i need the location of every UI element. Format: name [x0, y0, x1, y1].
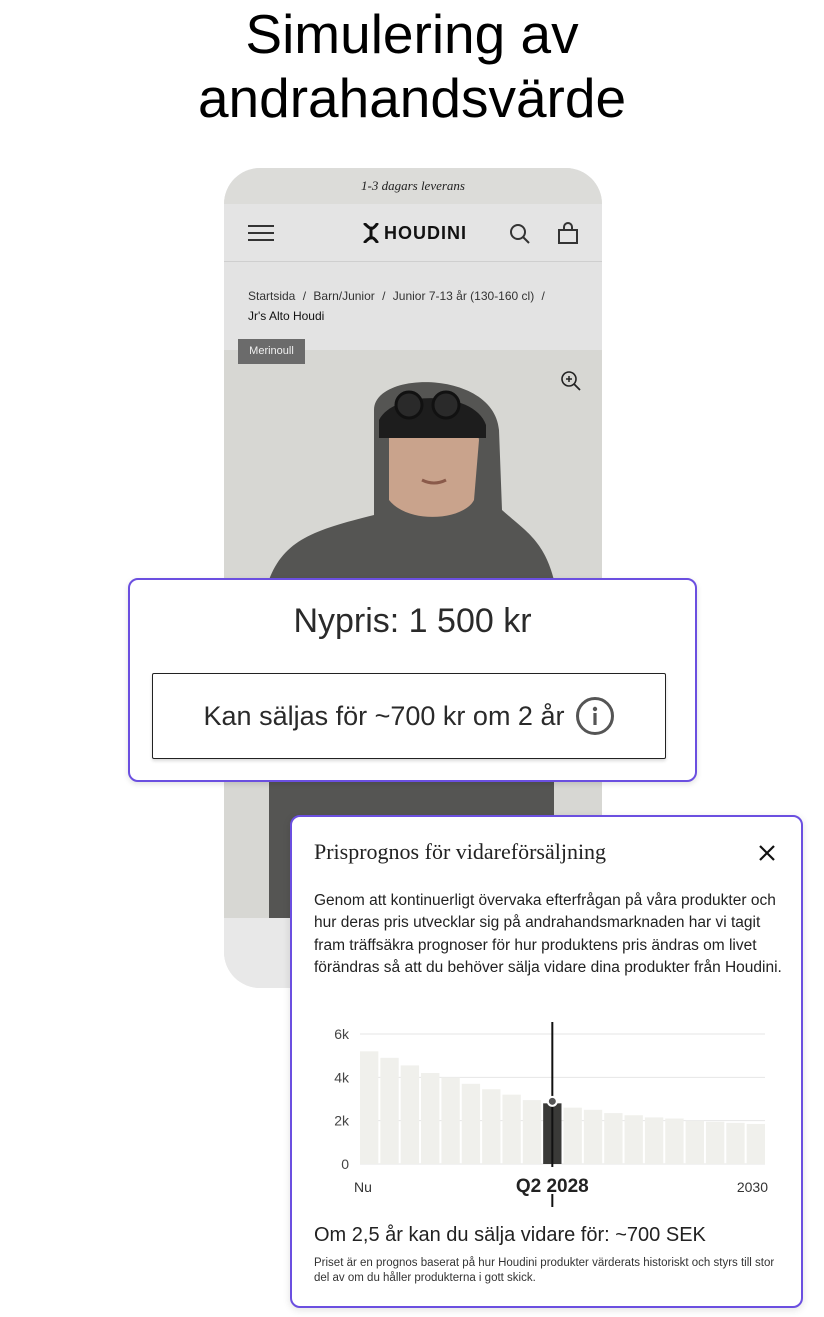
chart-bar [380, 1057, 399, 1164]
y-tick-label: 2k [334, 1113, 350, 1129]
chart-bar [583, 1109, 603, 1164]
forecast-modal: Prisprognos för vidareförsäljning Genom … [290, 815, 803, 1308]
x-label-end: 2030 [737, 1179, 768, 1195]
chart-bar [482, 1089, 501, 1164]
hamburger-icon[interactable] [248, 225, 274, 241]
chart-bar [705, 1121, 725, 1164]
houdini-logo-icon [363, 223, 379, 243]
chart-bar [604, 1113, 623, 1164]
top-navbar: HOUDINI [224, 204, 602, 262]
chart-bar [522, 1100, 542, 1164]
chart-bar [502, 1094, 521, 1164]
brand-name: HOUDINI [384, 222, 467, 243]
chart-bar [360, 1051, 379, 1164]
breadcrumb-item-subcategory[interactable]: Junior 7-13 år (130-160 cl) [393, 289, 534, 303]
chart-bar [644, 1117, 664, 1164]
selection-dot [546, 1095, 558, 1107]
breadcrumb-separator: / [382, 289, 386, 303]
info-icon[interactable] [576, 697, 615, 735]
forecast-result: Om 2,5 år kan du sälja vidare för: ~700 … [314, 1224, 706, 1246]
chart-bar [461, 1083, 481, 1164]
y-tick-label: 6k [334, 1026, 350, 1042]
chart-bar [400, 1065, 420, 1164]
chart-bar [441, 1077, 460, 1164]
x-label-selected: Q2 2028 [516, 1176, 589, 1197]
breadcrumb-item-category[interactable]: Barn/Junior [313, 289, 374, 303]
modal-description: Genom att kontinuerligt övervaka efterfr… [314, 892, 782, 976]
chart-bar [624, 1115, 643, 1164]
close-icon[interactable] [758, 844, 776, 862]
chart-bar [563, 1107, 582, 1164]
zoom-in-icon[interactable] [560, 370, 582, 392]
chart-bar [685, 1120, 704, 1164]
headline-line-2: andrahandsvärde [197, 67, 627, 129]
material-badge: Merinoull [238, 339, 305, 364]
chart-bar [665, 1118, 684, 1164]
new-price: Nypris: 1 500 kr [293, 602, 532, 640]
modal-title: Prisprognos för vidareförsäljning [314, 839, 607, 864]
breadcrumb-item-home[interactable]: Startsida [248, 289, 295, 303]
y-tick-label: 0 [341, 1156, 349, 1172]
price-card: Nypris: 1 500 kr Kan säljas för ~700 kr … [128, 578, 697, 782]
resale-value-button[interactable]: Kan säljas för ~700 kr om 2 år [152, 673, 666, 759]
y-tick-label: 4k [334, 1069, 350, 1085]
promo-banner: 1-3 dagars leverans [224, 168, 602, 204]
page-headline: Simulering av andrahandsvärde [0, 2, 824, 130]
headline-line-1: Simulering av [245, 3, 579, 65]
forecast-disclaimer: Priset är en prognos baserat på hur Houd… [314, 1257, 775, 1284]
breadcrumb: Startsida / Barn/Junior / Junior 7-13 år… [248, 286, 588, 326]
breadcrumb-separator: / [302, 289, 307, 303]
search-icon[interactable] [508, 222, 532, 246]
breadcrumb-current: Jr's Alto Houdi [248, 309, 325, 323]
brand-logo[interactable]: HOUDINI [362, 221, 467, 245]
forecast-chart[interactable]: 6k 4k 2k 0 Nu 2030 Q2 2028 [292, 1017, 802, 1217]
shopping-bag-icon[interactable] [556, 222, 580, 246]
x-label-start: Nu [354, 1179, 372, 1195]
resale-value-label: Kan säljas för ~700 kr om 2 år [203, 700, 565, 731]
chart-bar [726, 1122, 745, 1164]
chart-bar [421, 1073, 440, 1164]
chart-bar [746, 1123, 765, 1164]
breadcrumb-separator: / [541, 289, 545, 303]
